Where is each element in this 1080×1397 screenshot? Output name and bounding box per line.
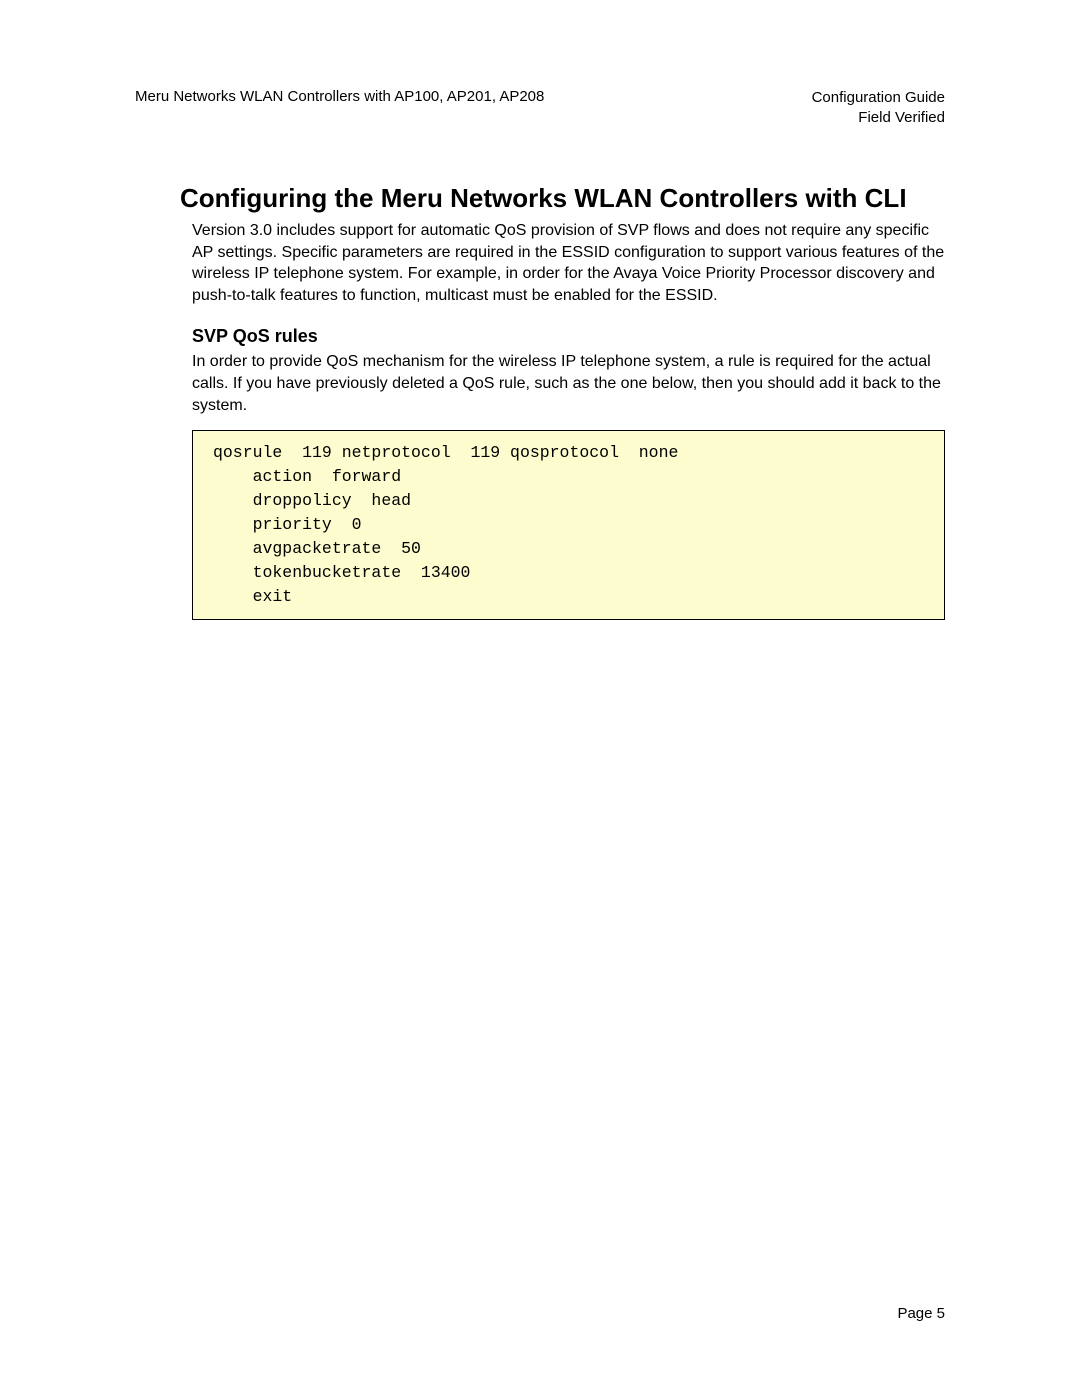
intro-paragraph: Version 3.0 includes support for automat… <box>192 220 945 306</box>
page-container: Meru Networks WLAN Controllers with AP10… <box>0 0 1080 620</box>
header-field-verified: Field Verified <box>812 108 945 128</box>
page-footer: Page 5 <box>897 1305 945 1322</box>
header-guide-title: Configuration Guide <box>812 88 945 108</box>
main-content: Configuring the Meru Networks WLAN Contr… <box>135 183 945 620</box>
svp-qos-heading: SVP QoS rules <box>192 326 945 347</box>
svp-qos-paragraph: In order to provide QoS mechanism for th… <box>192 351 945 416</box>
page-header: Meru Networks WLAN Controllers with AP10… <box>135 88 945 127</box>
main-heading: Configuring the Meru Networks WLAN Contr… <box>180 183 945 214</box>
cli-code-block: qosrule 119 netprotocol 119 qosprotocol … <box>192 430 945 619</box>
header-right-block: Configuration Guide Field Verified <box>812 88 945 127</box>
header-left-text: Meru Networks WLAN Controllers with AP10… <box>135 88 544 127</box>
